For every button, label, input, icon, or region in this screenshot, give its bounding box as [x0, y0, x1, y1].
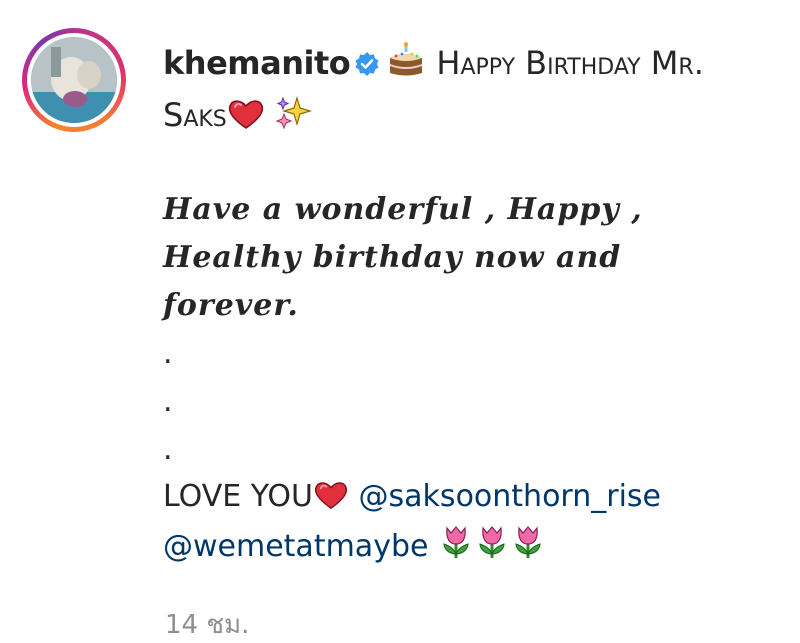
avatar-story-ring[interactable]: [22, 28, 126, 132]
comment-body: khemanito Happy Birthday Mr. Saks Have a…: [163, 40, 783, 574]
sparkles-emoji: [275, 95, 313, 142]
caption-message: Have a wonderful , Happy , Healthy birth…: [163, 186, 783, 330]
username-link[interactable]: khemanito: [163, 44, 351, 82]
tulip-emoji: [438, 524, 474, 574]
red-heart-emoji: [227, 96, 265, 142]
caption-first-line: khemanito Happy Birthday Mr.: [163, 40, 783, 90]
love-line: LOVE YOU @saksoonthorn_rise: [163, 474, 783, 524]
tulip-emoji: [510, 524, 546, 574]
message-line-1: Have a wonderful , Happy ,: [163, 192, 643, 227]
caption-title-part1: Happy Birthday Mr.: [436, 44, 704, 82]
mention-link[interactable]: @wemetatmaybe: [163, 529, 428, 564]
separator-dot: .: [163, 336, 173, 371]
birthday-cake-emoji: [386, 42, 426, 90]
caption-title-part2: Saks: [163, 96, 227, 134]
avatar-photo: [31, 37, 117, 123]
avatar[interactable]: [31, 37, 117, 123]
timestamp[interactable]: 14 ชม.: [165, 604, 249, 643]
mention-link[interactable]: @saksoonthorn_rise: [359, 479, 661, 514]
comment-container: khemanito Happy Birthday Mr. Saks Have a…: [0, 0, 800, 643]
message-line-2: Healthy birthday now and: [163, 240, 622, 275]
mention-line: @wemetatmaybe: [163, 524, 783, 574]
tulip-emoji: [474, 524, 510, 574]
love-text: LOVE YOU: [163, 479, 313, 514]
verified-badge-icon: [354, 43, 380, 89]
message-line-3: forever.: [163, 288, 299, 323]
separator-dot: .: [163, 384, 173, 419]
caption-second-line: Saks: [163, 92, 783, 142]
separator-dot: .: [163, 432, 173, 467]
red-heart-emoji: [313, 478, 349, 524]
